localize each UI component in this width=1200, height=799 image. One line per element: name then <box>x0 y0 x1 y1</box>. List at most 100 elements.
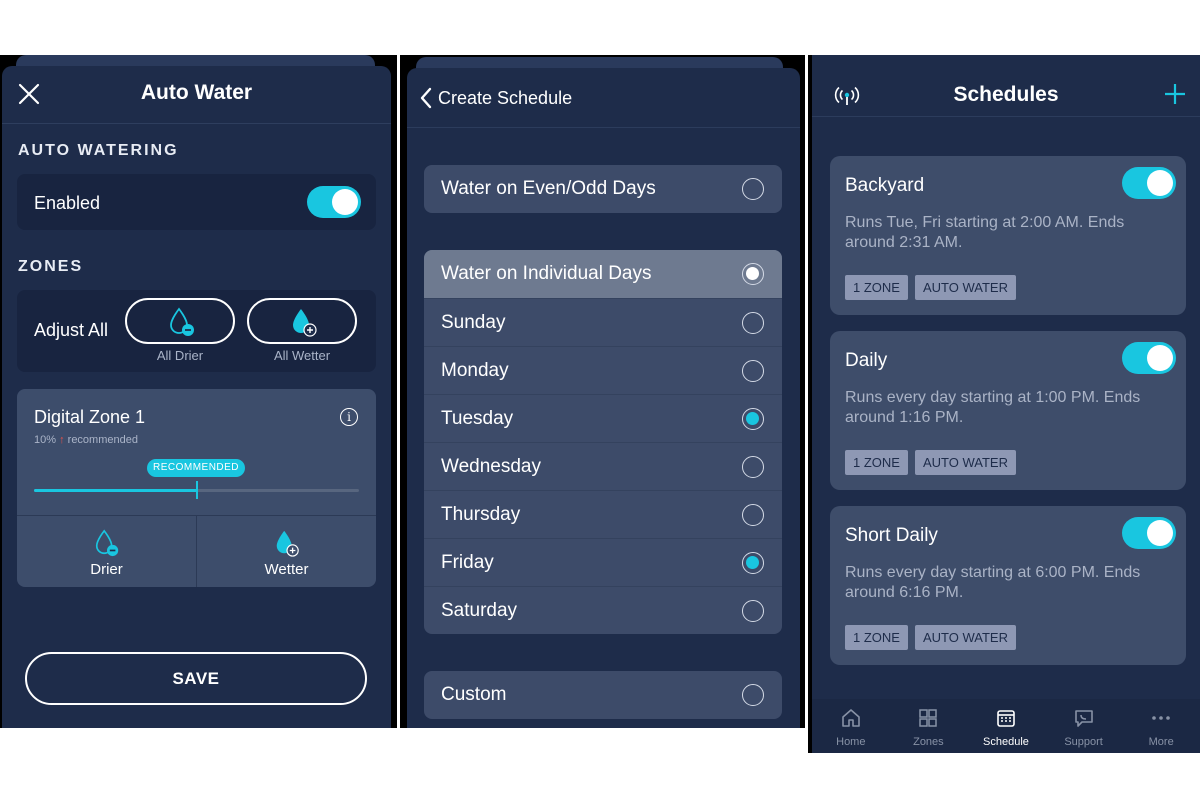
section-auto-watering: AUTO WATERING <box>18 142 179 159</box>
day-row[interactable]: Friday <box>424 538 782 586</box>
radio-custom[interactable] <box>742 684 764 706</box>
schedule-toggle[interactable] <box>1122 167 1176 199</box>
slider-handle[interactable] <box>195 481 198 499</box>
drop-plus-icon <box>293 309 317 337</box>
day-row[interactable]: Wednesday <box>424 442 782 490</box>
option-custom[interactable]: Custom <box>424 671 782 719</box>
adjust-all-row: Adjust All All Drier All Wetter <box>17 290 376 372</box>
radio-sunday[interactable] <box>742 312 764 334</box>
tab-label: Support <box>1064 736 1103 748</box>
tab-support[interactable]: Support <box>1045 699 1123 753</box>
wetter-label: Wetter <box>264 561 309 578</box>
drier-button[interactable]: Drier <box>17 516 196 587</box>
tag-zones: 1 ZONE <box>845 275 908 300</box>
radio-tuesday[interactable] <box>742 408 764 430</box>
add-icon[interactable] <box>1164 83 1186 105</box>
page-title: Schedules <box>953 83 1059 106</box>
zone-name: Digital Zone 1 <box>34 407 146 427</box>
page-title: Create Schedule <box>438 88 573 108</box>
radio-monday[interactable] <box>742 360 764 382</box>
schedule-description: Runs every day starting at 6:00 PM. Ends… <box>845 564 1141 601</box>
auto-water-screen: Auto Water AUTO WATERING Enabled ZONES A… <box>0 55 397 728</box>
recommended-badge: RECOMMENDED <box>147 459 245 477</box>
radio-wednesday[interactable] <box>742 456 764 478</box>
schedules-panel: Schedules Backyard Runs Tue, Fri startin… <box>812 55 1200 753</box>
bottom-tab-bar: Home Zones Schedule Support More <box>812 699 1200 753</box>
tab-label: Zones <box>913 736 944 748</box>
more-dots-icon <box>1152 716 1170 720</box>
schedule-description: Runs every day starting at 1:00 PM. Ends… <box>845 389 1141 426</box>
day-label: Wednesday <box>441 456 541 477</box>
schedule-name: Short Daily <box>845 525 938 546</box>
home-icon <box>841 709 860 727</box>
tab-zones[interactable]: Zones <box>890 699 968 753</box>
create-schedule-screen: Create Schedule Water on Even/Odd Days W… <box>400 55 805 728</box>
auto-water-header: Auto Water <box>2 66 391 124</box>
day-label: Tuesday <box>441 408 514 429</box>
day-row[interactable]: Tuesday <box>424 394 782 442</box>
zone-adjustment: 10% ↑ recommended <box>34 434 138 446</box>
auto-water-sheet: Auto Water AUTO WATERING Enabled ZONES A… <box>2 66 391 728</box>
section-zones: ZONES <box>18 258 84 275</box>
create-schedule-header: Create Schedule <box>407 68 800 128</box>
day-row[interactable]: Monday <box>424 346 782 394</box>
drier-label: Drier <box>90 561 123 578</box>
schedule-card-daily[interactable]: Daily Runs every day starting at 1:00 PM… <box>830 331 1186 490</box>
option-label: Water on Individual Days <box>441 263 652 284</box>
tab-more[interactable]: More <box>1122 699 1200 753</box>
zone-adjust-buttons: Drier Wetter <box>17 515 376 587</box>
tab-label: More <box>1148 736 1174 748</box>
schedule-card-short-daily[interactable]: Short Daily Runs every day starting at 6… <box>830 506 1186 665</box>
enabled-row: Enabled <box>17 174 376 230</box>
option-label: Water on Even/Odd Days <box>441 178 656 199</box>
info-icon[interactable]: i <box>340 408 358 426</box>
day-row[interactable]: Thursday <box>424 490 782 538</box>
individual-days-card: Water on Individual Days Sunday Monday T… <box>424 250 782 634</box>
all-wetter-caption: All Wetter <box>273 348 331 363</box>
chevron-left-icon[interactable] <box>419 87 433 109</box>
radio-thursday[interactable] <box>742 504 764 526</box>
grid-icon <box>919 709 938 727</box>
all-drier-caption: All Drier <box>156 348 204 363</box>
day-row[interactable]: Sunday <box>424 298 782 346</box>
option-individual-days[interactable]: Water on Individual Days <box>424 250 782 298</box>
drop-minus-icon <box>170 307 194 336</box>
option-label: Custom <box>441 684 507 705</box>
zone-card: Digital Zone 1 i 10% ↑ recommended RECOM… <box>17 389 376 587</box>
tag-auto-water: AUTO WATER <box>914 450 1016 475</box>
schedule-card-backyard[interactable]: Backyard Runs Tue, Fri starting at 2:00 … <box>830 156 1186 315</box>
tag-zones: 1 ZONE <box>845 450 908 475</box>
enabled-label: Enabled <box>34 193 101 213</box>
tab-label: Home <box>836 736 866 748</box>
enabled-toggle[interactable] <box>307 186 361 218</box>
day-label: Monday <box>441 360 509 381</box>
custom-option-card: Custom <box>424 671 782 719</box>
schedule-toggle[interactable] <box>1122 517 1176 549</box>
wetter-button[interactable]: Wetter <box>196 516 376 587</box>
radio-saturday[interactable] <box>742 600 764 622</box>
radio-friday[interactable] <box>742 552 764 574</box>
tab-schedule[interactable]: Schedule <box>967 699 1045 753</box>
tag-auto-water: AUTO WATER <box>914 275 1016 300</box>
support-chat-icon <box>1074 710 1093 727</box>
schedules-header: Schedules <box>812 55 1200 117</box>
all-drier-button[interactable] <box>125 298 235 344</box>
tab-home[interactable]: Home <box>812 699 890 753</box>
zone-slider[interactable] <box>34 481 359 499</box>
day-label: Saturday <box>441 600 518 621</box>
all-wetter-button[interactable] <box>247 298 357 344</box>
schedules-screen: Schedules Backyard Runs Tue, Fri startin… <box>808 55 1200 753</box>
drop-minus-icon <box>95 529 118 557</box>
day-row[interactable]: Saturday <box>424 586 782 634</box>
adjust-all-label: Adjust All <box>34 320 109 340</box>
zone-percent: 10% <box>34 434 57 446</box>
option-even-odd[interactable]: Water on Even/Odd Days <box>424 165 782 213</box>
radio-individual-days[interactable] <box>742 263 764 285</box>
radio-even-odd[interactable] <box>742 178 764 200</box>
schedule-toggle[interactable] <box>1122 342 1176 374</box>
tab-label: Schedule <box>983 736 1029 748</box>
even-odd-option-card: Water on Even/Odd Days <box>424 165 782 213</box>
save-button[interactable]: SAVE <box>25 652 367 705</box>
tag-auto-water: AUTO WATER <box>914 625 1016 650</box>
schedule-tags: 1 ZONE AUTO WATER <box>845 450 1016 475</box>
